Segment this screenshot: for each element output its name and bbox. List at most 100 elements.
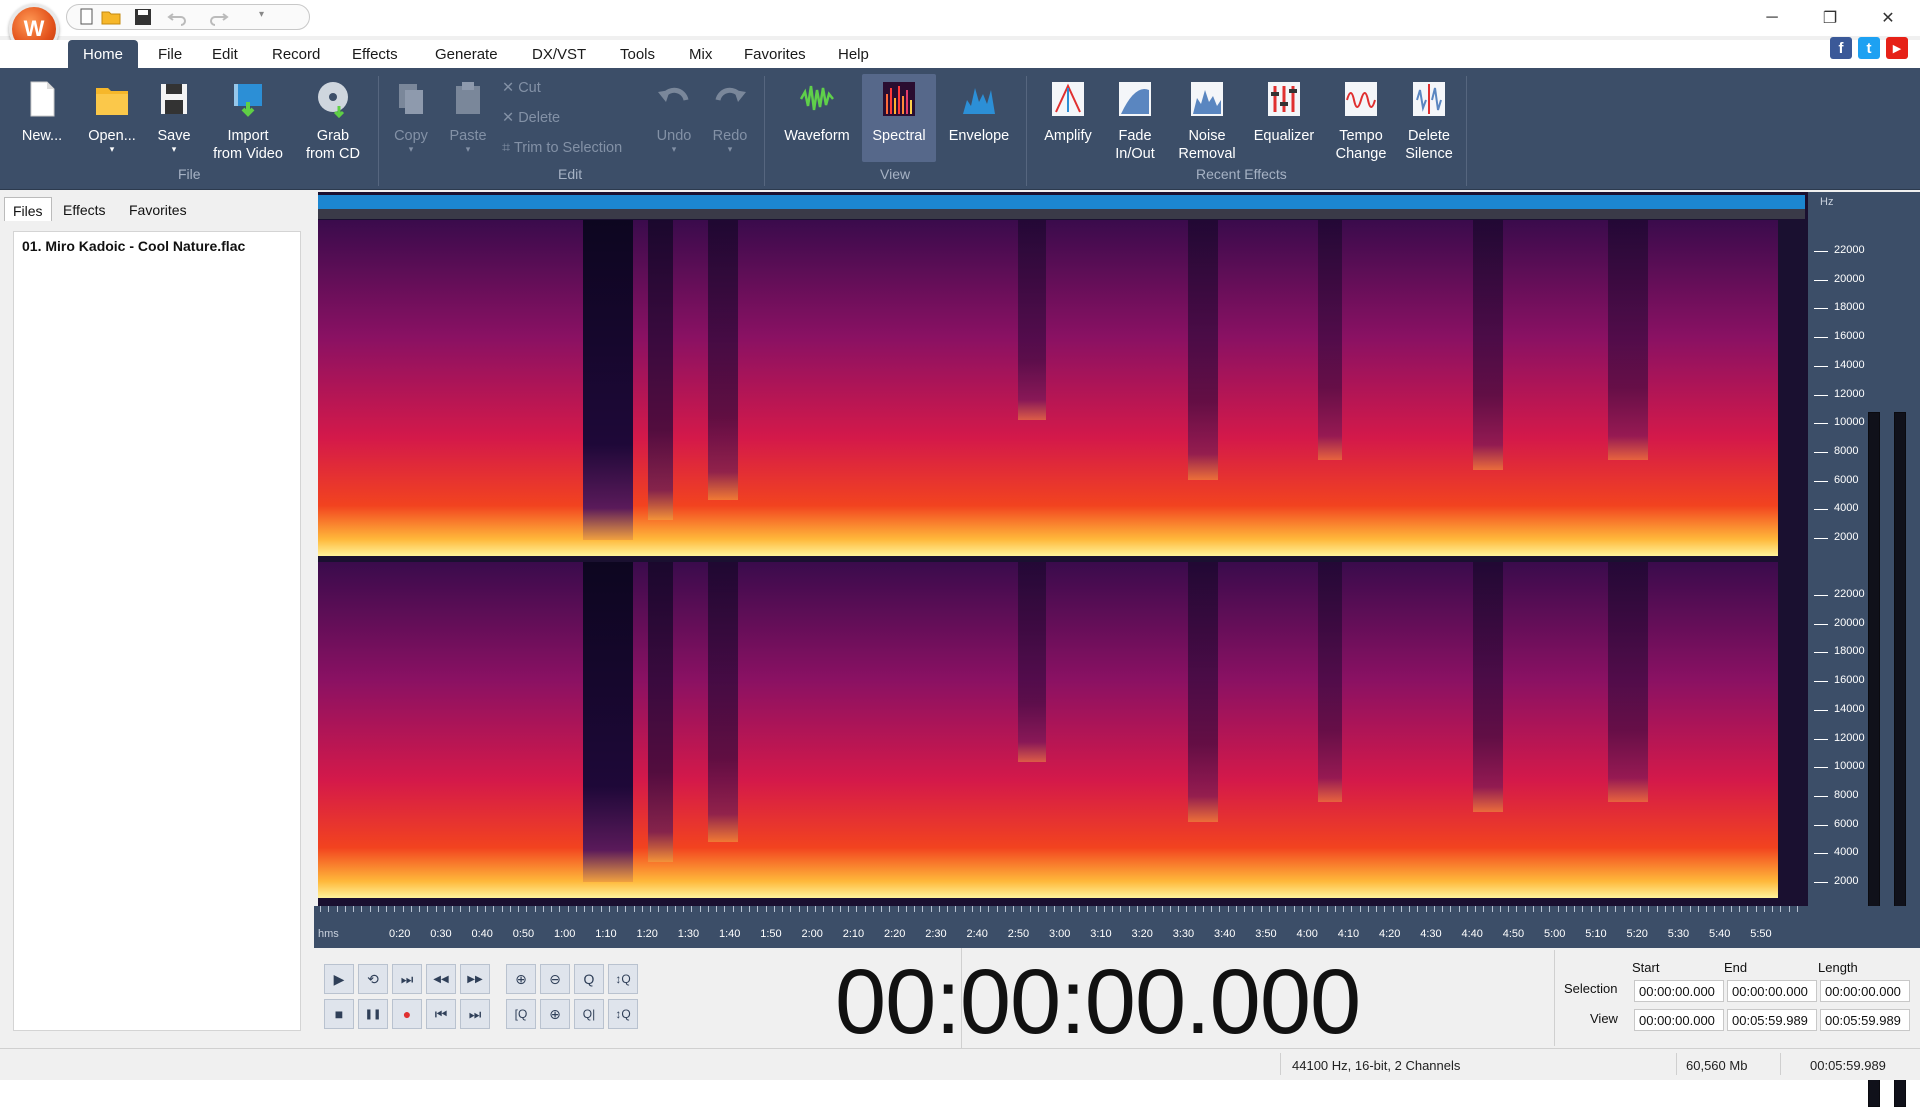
open-button[interactable]: Open... ▾ xyxy=(82,80,142,154)
youtube-icon[interactable]: ▶ xyxy=(1886,37,1908,59)
time-tick-mark xyxy=(1004,906,1006,912)
import-from-video-button[interactable]: Import from Video xyxy=(208,80,288,163)
menu-help[interactable]: Help xyxy=(838,46,869,63)
menu-record[interactable]: Record xyxy=(272,46,320,63)
equalizer-button[interactable]: Equalizer xyxy=(1248,80,1320,145)
cut-button[interactable]: ✕ Cut xyxy=(502,80,541,96)
time-axis: hms 0:20 0:30 0:40 0:50 1:00 1:10 1:20 1:30 1:40… xyxy=(314,906,1914,948)
time-tick-mark xyxy=(1590,906,1592,912)
menu-home[interactable]: Home xyxy=(68,40,139,68)
time-tick-label: 2:10 xyxy=(842,928,865,940)
undo-small-icon[interactable] xyxy=(167,8,187,26)
rewind-button[interactable]: ◀◀ xyxy=(426,964,456,994)
open-dropdown-icon[interactable]: ▾ xyxy=(82,145,142,154)
view-group-label: View xyxy=(880,166,911,182)
spectrogram-channel-left[interactable] xyxy=(318,220,1808,556)
menu-dxvst[interactable]: DX/VST xyxy=(532,46,586,63)
selection-end-field[interactable]: 00:00:00.000 xyxy=(1727,980,1817,1002)
menu-effects[interactable]: Effects xyxy=(352,46,398,63)
copy-button[interactable]: Copy ▾ xyxy=(388,80,434,154)
tab-favorites[interactable]: Favorites xyxy=(121,197,195,221)
save-small-icon[interactable] xyxy=(133,8,153,26)
zoom-out-icon[interactable]: ⊖ xyxy=(540,964,570,994)
save-button[interactable]: Save ▾ xyxy=(152,80,196,154)
trim-to-selection-button[interactable]: ⌗ Trim to Selection xyxy=(502,140,622,156)
loop-play-button[interactable]: ⟲ xyxy=(358,964,388,994)
selection-start-field[interactable]: 00:00:00.000 xyxy=(1634,980,1724,1002)
zoom-in-2-icon[interactable]: ⊕ xyxy=(540,999,570,1029)
envelope-view-button[interactable]: Envelope xyxy=(944,80,1014,145)
redo-small-icon[interactable] xyxy=(209,8,229,26)
menu-generate[interactable]: Generate xyxy=(435,46,498,63)
zoom-selection-icon[interactable]: Q xyxy=(574,964,604,994)
pause-button[interactable]: ❚❚ xyxy=(358,999,388,1029)
menu-mix[interactable]: Mix xyxy=(689,46,712,63)
facebook-icon[interactable]: f xyxy=(1830,37,1852,59)
time-tick-mark xyxy=(617,906,618,912)
open-folder-icon xyxy=(96,88,128,115)
paste-button[interactable]: Paste ▾ xyxy=(444,80,492,154)
record-button[interactable]: ● xyxy=(392,999,422,1029)
close-button[interactable]: ✕ xyxy=(1868,4,1908,32)
open-folder-small-icon[interactable] xyxy=(101,8,121,26)
zoom-in-icon[interactable]: ⊕ xyxy=(506,964,536,994)
play-to-end-button[interactable]: ⏭ xyxy=(392,964,422,994)
new-button[interactable]: New... xyxy=(14,80,70,145)
go-to-end-button[interactable]: ⏭ xyxy=(460,999,490,1029)
amplify-button[interactable]: Amplify xyxy=(1038,80,1098,145)
time-tick-mark xyxy=(996,906,998,912)
selection-length-field[interactable]: 00:00:00.000 xyxy=(1820,980,1910,1002)
time-tick-mark xyxy=(1565,906,1567,912)
tab-files[interactable]: Files xyxy=(4,197,52,221)
redo-button[interactable]: Redo ▾ xyxy=(706,80,754,154)
delete-button[interactable]: ✕ Delete xyxy=(502,110,560,126)
restore-button[interactable]: ❐ xyxy=(1810,4,1850,32)
delete-silence-button[interactable]: Delete Silence xyxy=(1398,80,1460,163)
view-start-field[interactable]: 00:00:00.000 xyxy=(1634,1009,1724,1031)
zoom-vertical-out-icon[interactable]: ↕Q xyxy=(608,999,638,1029)
spectrogram-channel-right[interactable] xyxy=(318,562,1808,898)
zoom-vertical-icon[interactable]: ↕Q xyxy=(608,964,638,994)
menu-file[interactable]: File xyxy=(158,46,182,63)
ribbon-separator xyxy=(378,76,379,186)
time-tick-mark xyxy=(1681,906,1683,912)
overview-scrollbar[interactable] xyxy=(318,195,1805,209)
fade-in-out-button[interactable]: Fade In/Out xyxy=(1104,80,1166,163)
time-tick-mark xyxy=(476,906,478,912)
go-to-start-button[interactable]: ⏮ xyxy=(426,999,456,1029)
menu-favorites[interactable]: Favorites xyxy=(744,46,806,63)
undo-button[interactable]: Undo ▾ xyxy=(650,80,698,154)
new-small-icon[interactable] xyxy=(77,8,97,26)
time-tick-label: 5:10 xyxy=(1585,928,1607,940)
grab-from-cd-button[interactable]: Grab from CD xyxy=(298,80,368,163)
customize-dropdown-icon[interactable]: ▾ xyxy=(259,9,264,20)
time-tick-mark xyxy=(1557,906,1559,912)
time-tick-mark xyxy=(757,906,759,912)
time-tick-mark xyxy=(897,906,899,912)
noise-removal-button[interactable]: Noise Removal xyxy=(1172,80,1242,163)
view-length-field[interactable]: 00:05:59.989 xyxy=(1820,1009,1910,1031)
menu-edit[interactable]: Edit xyxy=(212,46,238,63)
fast-forward-button[interactable]: ▶▶ xyxy=(460,964,490,994)
zoom-full-icon[interactable]: [Q xyxy=(506,999,536,1029)
twitter-icon[interactable]: t xyxy=(1858,37,1880,59)
time-tick-mark xyxy=(674,906,676,912)
waveform-view-button[interactable]: Waveform xyxy=(778,80,856,145)
file-list-item[interactable]: 01. Miro Kadoic - Cool Nature.flac xyxy=(22,238,245,254)
zoom-to-cursor-icon[interactable]: Q| xyxy=(574,999,604,1029)
menu-tools[interactable]: Tools xyxy=(620,46,655,63)
view-end-field[interactable]: 00:05:59.989 xyxy=(1727,1009,1817,1031)
frequency-tick-label: 10000 xyxy=(1814,760,1865,773)
spectral-view-button[interactable]: Spectral xyxy=(862,74,936,162)
audio-editor-window: W ▾ ─ ❐ ✕ Home File Edit Record Effects … xyxy=(0,0,1920,1107)
tempo-change-button[interactable]: Tempo Change xyxy=(1328,80,1394,163)
time-tick-mark xyxy=(600,906,602,912)
tab-effects[interactable]: Effects xyxy=(55,197,114,221)
time-tick-mark xyxy=(1120,906,1122,912)
time-tick-mark xyxy=(823,906,825,912)
stop-button[interactable]: ■ xyxy=(324,999,354,1029)
minimize-button[interactable]: ─ xyxy=(1752,4,1792,32)
save-dropdown-icon[interactable]: ▾ xyxy=(152,145,196,154)
spectrogram-view[interactable] xyxy=(318,192,1808,948)
play-button[interactable]: ▶ xyxy=(324,964,354,994)
